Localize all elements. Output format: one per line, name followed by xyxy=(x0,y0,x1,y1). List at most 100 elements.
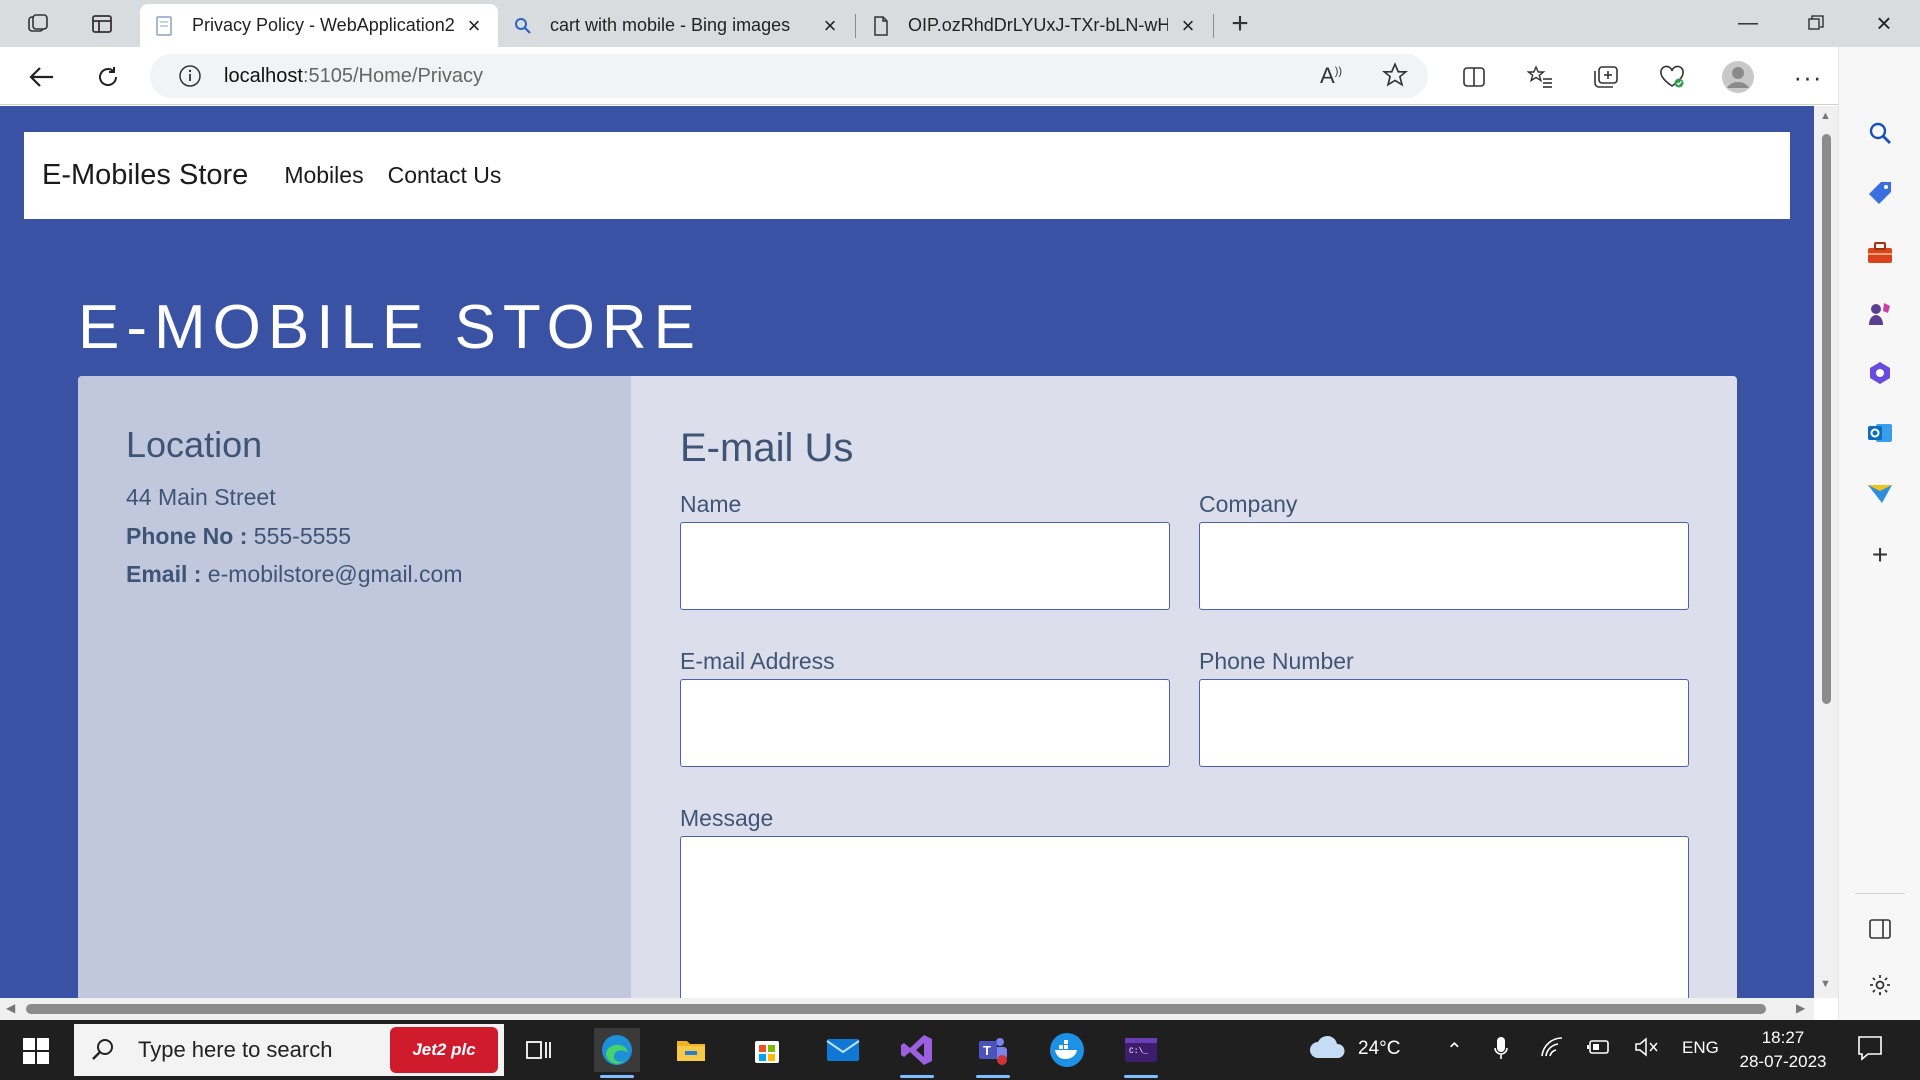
notifications-icon[interactable] xyxy=(1856,1034,1884,1068)
search-highlight-promo[interactable]: Jet2 plc xyxy=(390,1027,498,1073)
search-icon[interactable] xyxy=(1864,117,1896,149)
microsoft-store-icon[interactable] xyxy=(744,1028,790,1072)
weather-cloud-icon[interactable] xyxy=(1308,1034,1348,1066)
read-aloud-icon[interactable]: A)) xyxy=(1320,63,1342,89)
vertical-scrollbar[interactable]: ▲ ▼ xyxy=(1814,106,1838,998)
bing-search-icon xyxy=(514,16,532,36)
browser-tab-strip: Privacy Policy - WebApplication2 × cart … xyxy=(0,0,1920,47)
show-hidden-icons-chevron-icon[interactable]: ⌃ xyxy=(1446,1038,1463,1063)
microsoft-365-icon[interactable] xyxy=(1864,357,1896,389)
site-info-icon[interactable] xyxy=(176,62,204,90)
battery-icon[interactable] xyxy=(1586,1038,1612,1062)
address-bar[interactable]: localhost:5105/Home/Privacy A)) xyxy=(150,54,1428,98)
phone-label: Phone No : xyxy=(126,523,248,549)
weather-temperature[interactable]: 24°C xyxy=(1358,1038,1400,1060)
workspaces-icon[interactable] xyxy=(24,10,52,38)
windows-taskbar: Type here to search Jet2 plc T C:\_ 24°C… xyxy=(0,1020,1920,1080)
minimize-icon[interactable]: — xyxy=(1728,8,1768,38)
close-tab-icon[interactable]: × xyxy=(462,13,486,39)
document-icon xyxy=(872,15,890,36)
name-input[interactable] xyxy=(680,522,1170,610)
favorites-icon[interactable] xyxy=(1524,61,1556,93)
tab-bing-images[interactable]: cart with mobile - Bing images × xyxy=(498,4,854,47)
refresh-icon[interactable] xyxy=(92,61,124,93)
clock-date: 28-07-2023 xyxy=(1739,1052,1827,1071)
tab-privacy-policy[interactable]: Privacy Policy - WebApplication2 × xyxy=(140,4,498,47)
email-form-heading: E-mail Us xyxy=(680,426,854,470)
url-path: :5105/Home/Privacy xyxy=(302,64,484,87)
scroll-right-arrow-icon[interactable]: ▶ xyxy=(1796,1001,1805,1015)
sidebar-settings-gear-icon[interactable] xyxy=(1864,969,1896,1001)
input-language[interactable]: ENG xyxy=(1682,1038,1719,1058)
profile-avatar-icon[interactable] xyxy=(1722,61,1754,93)
more-options-icon[interactable]: ··· xyxy=(1792,61,1824,93)
close-tab-icon[interactable]: × xyxy=(1176,13,1200,39)
games-icon[interactable] xyxy=(1864,297,1896,329)
taskbar-search-placeholder: Type here to search xyxy=(138,1037,333,1062)
site-navbar: E-Mobiles Store Mobiles Contact Us xyxy=(24,132,1790,219)
location-panel: Location 44 Main Street Phone No : 555-5… xyxy=(78,376,631,998)
taskbar-clock[interactable]: 18:27 28-07-2023 xyxy=(1728,1026,1838,1074)
taskbar-search-icon xyxy=(92,1039,113,1060)
shopping-tag-icon[interactable] xyxy=(1864,177,1896,209)
edge-sidebar: + xyxy=(1838,47,1920,1020)
hide-sidebar-icon[interactable] xyxy=(1864,913,1896,945)
location-address: 44 Main Street xyxy=(126,484,276,510)
contact-card: Location 44 Main Street Phone No : 555-5… xyxy=(78,376,1737,998)
vertical-scroll-thumb[interactable] xyxy=(1822,134,1831,704)
terminal-icon[interactable]: C:\_ xyxy=(1118,1028,1164,1078)
scroll-left-arrow-icon[interactable]: ◀ xyxy=(6,1001,15,1015)
tools-icon[interactable] xyxy=(1864,237,1896,269)
browser-toolbar: localhost:5105/Home/Privacy A)) ··· xyxy=(0,47,1920,105)
close-window-icon[interactable]: × xyxy=(1864,8,1904,38)
tab-title: cart with mobile - Bing images xyxy=(550,15,791,35)
wifi-icon[interactable] xyxy=(1540,1036,1564,1064)
mail-icon[interactable] xyxy=(820,1028,866,1072)
location-heading: Location xyxy=(126,424,263,465)
address-url: localhost:5105/Home/Privacy xyxy=(224,65,483,88)
tab-oip-image[interactable]: OIP.ozRhdDrLYUxJ-TXr-bLN-wHa × xyxy=(856,4,1212,47)
horizontal-scroll-thumb[interactable] xyxy=(26,1004,1766,1014)
browser-essentials-icon[interactable] xyxy=(1656,61,1688,93)
favorite-star-icon[interactable] xyxy=(1381,62,1409,93)
windows-start-icon[interactable] xyxy=(14,1034,58,1068)
collections-icon[interactable] xyxy=(1590,61,1622,93)
company-input[interactable] xyxy=(1199,522,1689,610)
scroll-up-arrow-icon[interactable]: ▲ xyxy=(1820,110,1831,122)
svg-text:T: T xyxy=(983,1043,991,1058)
nav-link-contact-us[interactable]: Contact Us xyxy=(388,162,502,189)
edge-taskbar-icon[interactable] xyxy=(594,1028,640,1078)
phone-value: 555-5555 xyxy=(247,523,351,549)
email-form: E-mail Us Name Company E-mail Address Ph… xyxy=(631,376,1737,998)
tab-title: OIP.ozRhdDrLYUxJ-TXr-bLN-wHa xyxy=(908,15,1168,35)
message-textarea[interactable] xyxy=(680,836,1689,998)
scroll-down-arrow-icon[interactable]: ▼ xyxy=(1820,978,1831,990)
hero-title: E-MOBILE STORE xyxy=(78,293,702,362)
close-tab-icon[interactable]: × xyxy=(818,13,842,39)
speaker-muted-icon[interactable] xyxy=(1634,1036,1660,1064)
microphone-icon[interactable] xyxy=(1494,1036,1508,1066)
message-label: Message xyxy=(680,805,774,831)
add-sidebar-app-icon[interactable]: + xyxy=(1864,539,1896,571)
phone-number-input[interactable] xyxy=(1199,679,1689,767)
site-brand-link[interactable]: E-Mobiles Store xyxy=(42,159,248,192)
new-tab-icon[interactable]: + xyxy=(1226,7,1254,40)
company-label: Company xyxy=(1199,491,1298,517)
page-favicon-icon xyxy=(156,15,174,36)
nav-link-mobiles[interactable]: Mobiles xyxy=(284,162,363,189)
horizontal-scrollbar[interactable]: ◀ ▶ xyxy=(0,998,1814,1020)
restore-icon[interactable] xyxy=(1796,8,1836,38)
outlook-icon[interactable] xyxy=(1864,417,1896,449)
svg-text:C:\_: C:\_ xyxy=(1129,1047,1148,1056)
task-view-icon[interactable] xyxy=(516,1028,562,1072)
docker-icon[interactable] xyxy=(1044,1028,1090,1072)
email-label: Email : xyxy=(126,561,202,587)
split-screen-icon[interactable] xyxy=(1458,61,1490,93)
tab-actions-icon[interactable] xyxy=(88,10,116,38)
back-arrow-icon[interactable] xyxy=(26,61,58,93)
visual-studio-icon[interactable] xyxy=(894,1028,940,1078)
send-drop-icon[interactable] xyxy=(1864,477,1896,509)
email-address-input[interactable] xyxy=(680,679,1170,767)
file-explorer-icon[interactable] xyxy=(668,1028,714,1072)
teams-icon[interactable]: T xyxy=(970,1028,1016,1078)
